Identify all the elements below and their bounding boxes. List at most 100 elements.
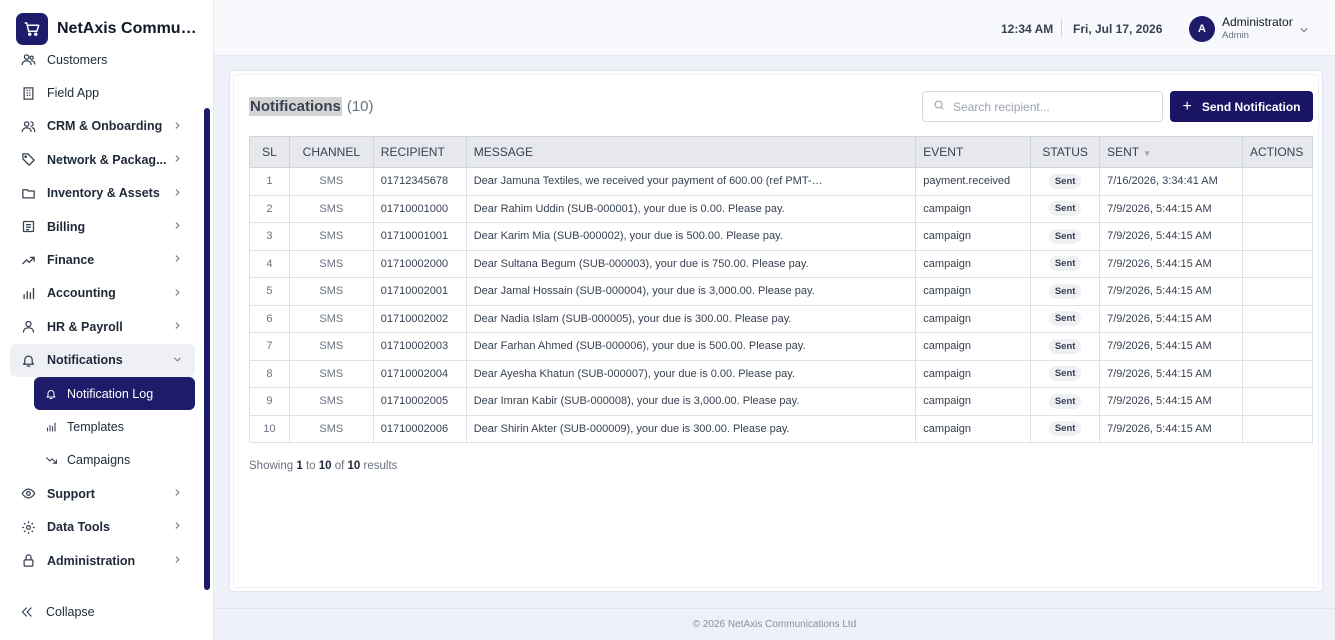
column-header-status[interactable]: STATUS xyxy=(1030,136,1101,168)
plus-icon: + xyxy=(1182,97,1192,115)
column-header-channel[interactable]: CHANNEL xyxy=(288,136,374,168)
cell-recipient: 01710002000 xyxy=(372,249,467,278)
search-box[interactable] xyxy=(922,91,1163,122)
sidebar-item-label: Customers xyxy=(47,52,108,67)
table-row[interactable]: 5 SMS 01710002001 Dear Jamal Hossain (SU… xyxy=(249,277,1314,306)
cell-message: Dear Farhan Ahmed (SUB-000006), your due… xyxy=(465,332,917,361)
cell-event: campaign xyxy=(915,194,1032,223)
cell-event: campaign xyxy=(915,414,1032,443)
cell-sl: 1 xyxy=(249,167,290,196)
column-header-event[interactable]: EVENT xyxy=(915,136,1032,168)
sidebar-subitem-notification-log[interactable]: Notification Log xyxy=(34,376,195,411)
cell-message: Dear Karim Mia (SUB-000002), your due is… xyxy=(465,222,917,251)
sidebar-item-billing[interactable]: Billing xyxy=(10,210,195,243)
search-input[interactable] xyxy=(953,99,1143,114)
pagination-summary: Showing 1 to 10 of 10 results xyxy=(249,460,397,472)
chevron-down-icon[interactable] xyxy=(1298,23,1310,41)
table-row[interactable]: 3 SMS 01710001001 Dear Karim Mia (SUB-00… xyxy=(249,222,1314,251)
current-date: Fri, Jul 17, 2026 xyxy=(1073,22,1163,36)
sidebar-item-hr-payroll[interactable]: HR & Payroll xyxy=(10,310,195,343)
table-row[interactable]: 1 SMS 01712345678 Dear Jamuna Textiles, … xyxy=(249,167,1314,196)
chevron-right-icon xyxy=(172,520,183,534)
cell-sl: 6 xyxy=(249,304,290,333)
sidebar-item-administration[interactable]: Administration xyxy=(10,544,195,577)
table-row[interactable]: 2 SMS 01710001000 Dear Rahim Uddin (SUB-… xyxy=(249,194,1314,223)
column-header-actions: ACTIONS xyxy=(1241,136,1314,168)
cell-sent: 7/9/2026, 5:44:15 AM xyxy=(1099,249,1243,278)
person-icon xyxy=(20,319,36,335)
column-header-sl[interactable]: SL xyxy=(249,136,290,168)
column-header-message[interactable]: MESSAGE xyxy=(465,136,917,168)
table-row[interactable]: 6 SMS 01710002002 Dear Nadia Islam (SUB-… xyxy=(249,304,1314,333)
building-icon xyxy=(20,85,36,101)
search-icon xyxy=(933,98,945,116)
cell-actions xyxy=(1241,332,1314,361)
column-header-recipient[interactable]: RECIPIENT xyxy=(372,136,467,168)
notifications-table: SL CHANNEL RECIPIENT MESSAGE EVENT STATU… xyxy=(249,136,1314,443)
sidebar-subitem-label: Campaigns xyxy=(67,453,131,468)
table-row[interactable]: 4 SMS 01710002000 Dear Sultana Begum (SU… xyxy=(249,249,1314,278)
table-row[interactable]: 8 SMS 01710002004 Dear Ayesha Khatun (SU… xyxy=(249,359,1314,388)
sidebar-item-label: Billing xyxy=(47,219,86,234)
cell-sl: 10 xyxy=(249,414,290,443)
sidebar-item-finance[interactable]: Finance xyxy=(10,243,195,276)
sidebar-item-inventory-assets[interactable]: Inventory & Assets xyxy=(10,177,195,210)
showing-to: 10 xyxy=(318,460,332,472)
sidebar-item-crm-onboarding[interactable]: CRM & Onboarding xyxy=(10,110,195,143)
cell-recipient: 01710002004 xyxy=(372,359,467,388)
cell-sent: 7/16/2026, 3:34:41 AM xyxy=(1099,167,1243,196)
send-notification-button[interactable]: + Send Notification xyxy=(1170,91,1313,122)
bar-chart-icon xyxy=(20,285,36,301)
sidebar-item-support[interactable]: Support xyxy=(10,477,195,510)
chevron-right-icon xyxy=(172,153,183,167)
sidebar-item-field-app[interactable]: Field App xyxy=(10,76,195,109)
brand[interactable]: NetAxis Communi... xyxy=(16,13,202,45)
sidebar-nav: Customers Field App CRM & Onboarding Net… xyxy=(10,43,195,577)
chevron-right-icon xyxy=(172,187,183,201)
cell-sent: 7/9/2026, 5:44:15 AM xyxy=(1099,414,1243,443)
cell-channel: SMS xyxy=(288,414,374,443)
sidebar-item-accounting[interactable]: Accounting xyxy=(10,277,195,310)
chevron-right-icon xyxy=(172,554,183,568)
sidebar-subitem-campaigns[interactable]: Campaigns xyxy=(34,444,195,477)
sidebar-item-label: Notifications xyxy=(47,353,123,368)
table-row[interactable]: 9 SMS 01710002005 Dear Imran Kabir (SUB-… xyxy=(249,387,1314,416)
chevron-right-icon xyxy=(172,253,183,267)
cell-sl: 8 xyxy=(249,359,290,388)
sidebar-item-customers[interactable]: Customers xyxy=(10,43,195,76)
page-title: Notifications (10) xyxy=(249,97,374,116)
sidebar-item-network-packag[interactable]: Network & Packag... xyxy=(10,143,195,176)
sidebar-item-label: CRM & Onboarding xyxy=(47,119,163,134)
lock-icon xyxy=(20,553,36,569)
avatar[interactable]: A xyxy=(1189,16,1215,42)
cell-event: campaign xyxy=(915,332,1032,361)
bar-chart-icon xyxy=(44,420,58,434)
sidebar-item-notifications[interactable]: Notifications xyxy=(10,343,195,377)
collapse-button[interactable]: Collapse xyxy=(20,605,95,619)
cell-recipient: 01710002003 xyxy=(372,332,467,361)
cell-channel: SMS xyxy=(288,194,374,223)
column-header-sent[interactable]: SENT ▼ xyxy=(1099,136,1243,168)
sidebar-subitem-templates[interactable]: Templates xyxy=(34,410,195,443)
cell-event: campaign xyxy=(915,249,1032,278)
cell-channel: SMS xyxy=(288,167,374,196)
cell-status: Sent xyxy=(1030,387,1101,416)
user-name[interactable]: Administrator xyxy=(1222,15,1293,29)
cell-status: Sent xyxy=(1030,359,1101,388)
sort-icon[interactable]: ▼ xyxy=(1143,149,1151,158)
table-row[interactable]: 7 SMS 01710002003 Dear Farhan Ahmed (SUB… xyxy=(249,332,1314,361)
cell-sent: 7/9/2026, 5:44:15 AM xyxy=(1099,222,1243,251)
clock-time: 12:34 AM xyxy=(1001,22,1054,36)
cell-message: Dear Shirin Akter (SUB-000009), your due… xyxy=(465,414,917,443)
cell-channel: SMS xyxy=(288,359,374,388)
cell-event: campaign xyxy=(915,277,1032,306)
status-badge: Sent xyxy=(1048,228,1082,244)
cell-event: campaign xyxy=(915,222,1032,251)
cell-sent: 7/9/2026, 5:44:15 AM xyxy=(1099,277,1243,306)
sidebar-item-data-tools[interactable]: Data Tools xyxy=(10,510,195,543)
sidebar-scrollbar[interactable] xyxy=(204,108,210,590)
table-row[interactable]: 10 SMS 01710002006 Dear Shirin Akter (SU… xyxy=(249,414,1314,443)
sidebar: NetAxis Communi... Customers Field App C… xyxy=(0,0,214,640)
cell-actions xyxy=(1241,304,1314,333)
cell-actions xyxy=(1241,194,1314,223)
